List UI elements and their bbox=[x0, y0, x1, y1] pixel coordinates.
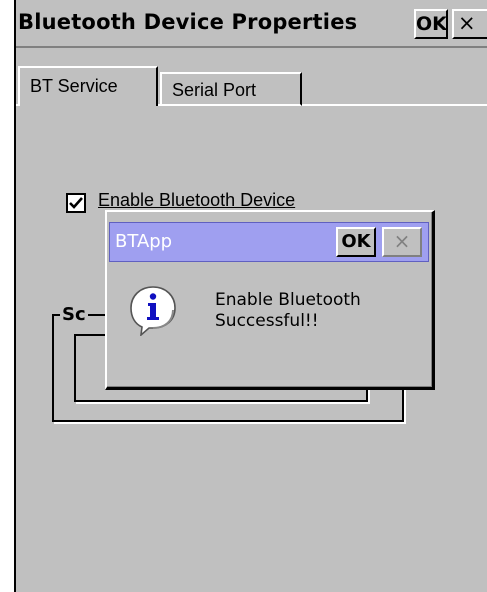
dialog-title: BTApp bbox=[115, 231, 173, 252]
bluetooth-properties-window: Bluetooth Device Properties OK × BT Serv… bbox=[14, 0, 487, 592]
enable-bluetooth-label[interactable]: Enable Bluetooth Device bbox=[98, 190, 295, 211]
dialog-ok-button[interactable]: OK bbox=[336, 227, 376, 257]
service-group-label: Sc bbox=[60, 304, 88, 325]
checkmark-icon bbox=[69, 197, 83, 209]
dialog-message-line-2: Successful!! bbox=[215, 311, 319, 331]
dialog-close-button: × bbox=[382, 227, 422, 257]
info-icon bbox=[130, 286, 176, 336]
tab-serial-port[interactable]: Serial Port bbox=[160, 72, 302, 106]
window-ok-button[interactable]: OK bbox=[414, 9, 448, 39]
dialog-message-line-1: Enable Bluetooth bbox=[215, 290, 361, 310]
btapp-message-dialog: BTApp OK × Enable Bluetooth Successful!! bbox=[105, 210, 435, 390]
dialog-message: Enable Bluetooth Successful!! bbox=[215, 290, 425, 332]
enable-bluetooth-checkbox[interactable] bbox=[66, 193, 86, 213]
window-close-button[interactable]: × bbox=[452, 9, 487, 39]
dialog-titlebar: BTApp OK × bbox=[109, 222, 429, 262]
window-title: Bluetooth Device Properties bbox=[18, 10, 358, 34]
window-titlebar: Bluetooth Device Properties OK × bbox=[16, 0, 487, 48]
tab-bt-service[interactable]: BT Service bbox=[18, 66, 158, 106]
